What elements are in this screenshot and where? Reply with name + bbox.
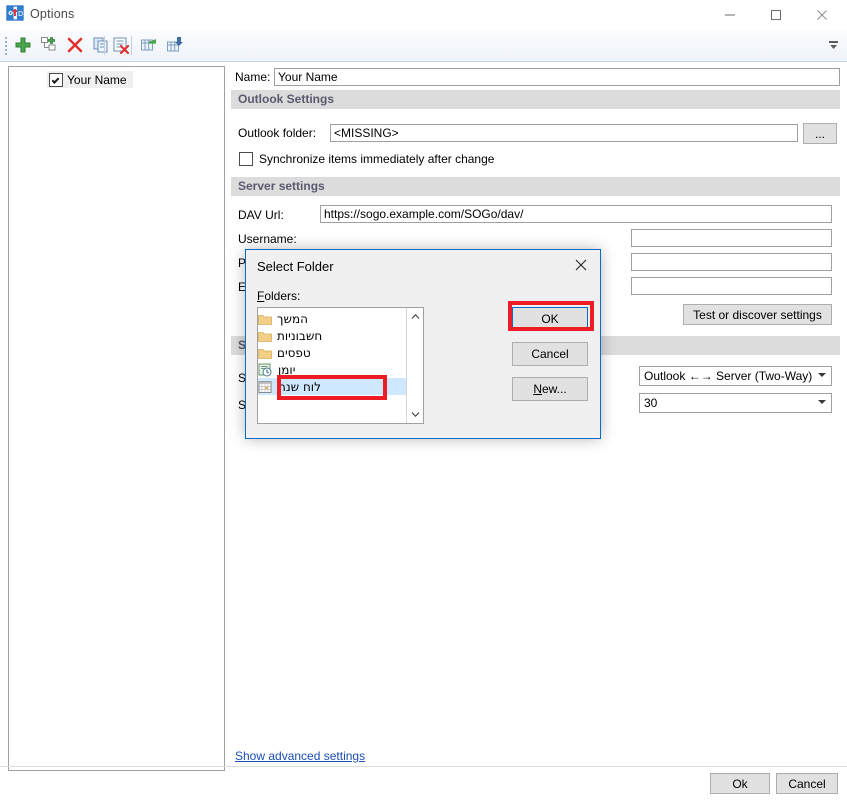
folder-icon <box>258 348 272 359</box>
list-item-label: חשבוניות <box>277 328 323 343</box>
chevron-down-icon <box>411 412 419 418</box>
dialog-cancel-button[interactable]: Cancel <box>512 342 588 366</box>
list-item-selected[interactable]: לוח שנה <box>258 378 406 395</box>
scroll-up-button[interactable] <box>407 308 423 325</box>
toolbar <box>0 30 847 62</box>
new-button-rest: ew... <box>541 382 567 396</box>
list-item-label: לוח שנה <box>278 379 321 394</box>
title-bar: D Options <box>0 0 847 31</box>
name-label: Name: <box>235 70 271 84</box>
chevron-up-icon <box>411 313 419 319</box>
list-item[interactable]: טפסים <box>258 344 406 361</box>
import-icon <box>167 37 183 52</box>
copy-icon <box>93 37 108 53</box>
outlook-folder-input[interactable] <box>330 124 798 142</box>
add-profile-button[interactable] <box>38 34 62 57</box>
toolbar-separator <box>104 36 105 55</box>
dav-url-label: DAV Url: <box>238 208 284 222</box>
import-settings-button[interactable] <box>164 34 188 57</box>
cancel-button[interactable]: Cancel <box>776 773 838 794</box>
calendar-icon <box>258 380 272 393</box>
chevron-down-icon-2 <box>818 400 826 404</box>
name-input[interactable] <box>274 68 840 86</box>
test-discover-settings-button[interactable]: Test or discover settings <box>683 304 832 325</box>
app-icon: D <box>6 4 24 22</box>
sync-interval-value: 30 <box>644 396 658 410</box>
folders-list: המשך חשבוניות טפסים יומן לוח שנה <box>258 308 406 423</box>
sync-direction-select[interactable]: Outlook ←→ Server (Two-Way) <box>639 366 832 386</box>
journal-icon <box>258 363 272 376</box>
list-item-label: יומן <box>278 362 296 377</box>
folders-scrollbar[interactable] <box>406 308 423 423</box>
green-plus-icon <box>15 37 31 53</box>
red-x-icon <box>67 37 83 53</box>
accounts-tree[interactable]: Your Name <box>8 66 225 771</box>
export-icon <box>141 39 156 51</box>
sync-direction-value: Outlook ←→ Server (Two-Way) <box>644 369 813 383</box>
sidebar-item-label: Your Name <box>67 72 127 87</box>
folders-label-rest: olders: <box>264 289 301 303</box>
list-item[interactable]: חשבוניות <box>258 327 406 344</box>
add-account-button[interactable] <box>12 34 36 57</box>
footer-divider <box>0 766 847 767</box>
list-item[interactable]: המשך <box>258 310 406 327</box>
dialog-ok-button[interactable]: OK <box>512 307 588 331</box>
password-input[interactable] <box>631 253 832 271</box>
list-item[interactable]: יומן <box>258 361 406 378</box>
folder-icon <box>258 314 272 325</box>
close-icon <box>575 259 587 271</box>
minimize-button[interactable] <box>707 0 753 30</box>
username-input[interactable] <box>631 229 832 247</box>
browse-folder-button[interactable]: ... <box>803 123 837 144</box>
select-folder-dialog: Select Folder Folders: המשך חשבוניות טפס… <box>245 249 601 439</box>
toolbar-grip <box>5 37 8 55</box>
sync-immediately-row[interactable]: Synchronize items immediately after chan… <box>239 152 494 166</box>
dialog-new-button[interactable]: New... <box>512 377 588 401</box>
window-title: Options <box>30 7 75 21</box>
svg-text:D: D <box>18 10 23 18</box>
account-enabled-checkbox[interactable] <box>49 72 63 87</box>
dav-url-input[interactable] <box>320 205 832 223</box>
delete-button[interactable] <box>64 34 88 57</box>
dialog-close-button[interactable] <box>564 252 598 278</box>
clear-list-icon <box>113 37 130 54</box>
outlook-settings-header: Outlook Settings <box>231 90 840 109</box>
sync-immediately-label: Synchronize items immediately after chan… <box>259 152 495 166</box>
toolbar-overflow-chevron[interactable] <box>827 34 843 57</box>
dialog-title: Select Folder <box>257 259 334 274</box>
encryption-input[interactable] <box>631 277 832 295</box>
maximize-button[interactable] <box>753 0 799 30</box>
server-settings-header: Server settings <box>231 177 840 196</box>
list-item-label: טפסים <box>277 345 311 360</box>
sidebar-item-your-name[interactable]: Your Name <box>47 71 133 88</box>
chevron-down-icon <box>818 373 826 377</box>
ok-button[interactable]: Ok <box>710 773 770 794</box>
folder-icon <box>258 331 272 342</box>
close-button[interactable] <box>799 0 845 30</box>
folders-listbox[interactable]: המשך חשבוניות טפסים יומן לוח שנה <box>257 307 424 424</box>
outlook-folder-label: Outlook folder: <box>238 126 317 140</box>
list-item-label: המשך <box>277 311 308 326</box>
username-label: Username: <box>238 232 297 246</box>
scroll-down-button[interactable] <box>407 406 423 423</box>
sync-interval-select[interactable]: 30 <box>639 393 832 413</box>
show-advanced-settings-link[interactable]: Show advanced settings <box>235 749 365 763</box>
add-node-icon <box>41 37 56 51</box>
toolbar-separator-2 <box>131 36 132 55</box>
export-settings-button[interactable] <box>138 34 162 57</box>
new-button-accel: N <box>533 382 542 396</box>
folders-label: Folders: <box>257 289 300 303</box>
sync-immediately-checkbox[interactable] <box>239 152 253 166</box>
